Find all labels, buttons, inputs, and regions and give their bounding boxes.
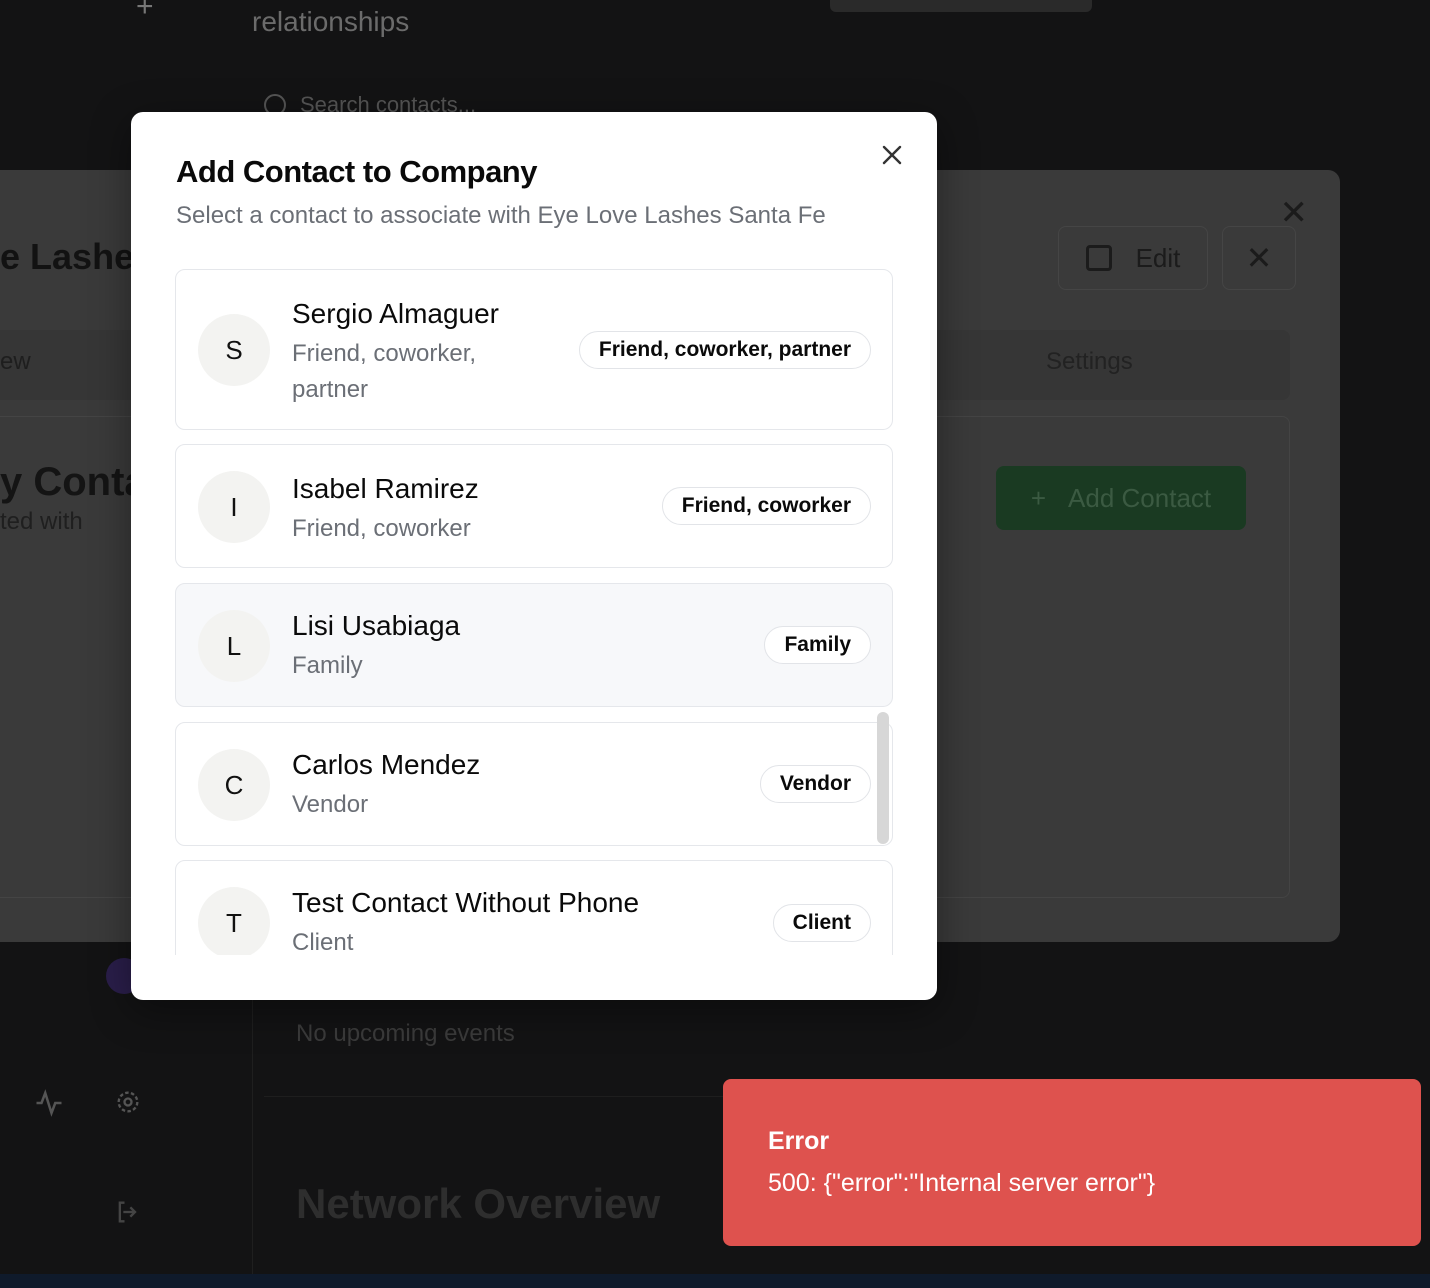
contact-relationship: Client [292,929,354,955]
contact-card[interactable]: L Lisi Usabiaga Family Family [175,583,893,707]
contact-list[interactable]: S Sergio Almaguer Friend, coworker, part… [175,269,893,955]
close-button[interactable] [877,140,907,170]
contact-name: Test Contact Without Phone [292,887,640,918]
contact-card[interactable]: C Carlos Mendez Vendor Vendor [175,722,893,846]
toast-message: 500: {"error":"Internal server error"} [768,1169,1156,1197]
contact-relationship: Family [292,652,363,679]
avatar: T [198,887,270,955]
no-events-text: No upcoming events [296,1020,515,1047]
add-contact-modal: Add Contact to Company Select a contact … [131,112,937,1000]
toast-title: Error [768,1127,830,1155]
tab-settings[interactable]: Settings [1046,348,1133,376]
contact-relationship: Vendor [292,791,369,818]
contact-name: Lisi Usabiaga [292,610,461,641]
scrollbar[interactable] [877,712,889,844]
relationship-badge: Friend, coworker [661,487,871,525]
gear-icon[interactable] [114,1088,142,1123]
edit-icon [1085,245,1112,271]
page-subtitle: relationships [252,6,410,37]
contacts-subheading: ted with [0,508,83,535]
contact-relationship: Friend, coworker [292,515,471,542]
relationship-badge: Friend, coworker, partner [578,331,871,369]
section-divider [264,1096,744,1097]
relationship-badge: Vendor [759,765,871,803]
avatar: I [198,471,270,543]
plus-icon: + [1030,482,1047,513]
modal-title: Add Contact to Company [176,154,538,189]
edit-button-label: Edit [1135,242,1181,273]
contact-card[interactable]: I Isabel Ramirez Friend, coworker Friend… [175,444,893,568]
close-icon[interactable]: ✕ [1280,196,1309,230]
logout-icon[interactable] [114,1198,142,1233]
relationship-badge: Client [772,904,871,942]
add-contact-label: Add Contact [1068,482,1212,513]
tab-overview[interactable]: ew [0,348,31,376]
activity-icon[interactable] [34,1088,64,1125]
close-button[interactable]: ✕ [1222,226,1296,290]
contact-relationship: Friend, coworker, partner [292,340,477,403]
close-icon [882,145,902,165]
avatar: L [198,610,270,682]
add-contact-button[interactable]: + Add Contact [996,466,1246,530]
header-button[interactable] [830,0,1092,12]
network-overview-heading: Network Overview [296,1180,661,1227]
close-icon: ✕ [1245,240,1273,276]
contact-name: Sergio Almaguer [292,298,500,329]
plus-icon[interactable]: + [136,0,154,24]
modal-description: Select a contact to associate with Eye L… [176,202,826,229]
avatar: C [198,749,270,821]
relationship-badge: Family [764,626,871,664]
avatar: S [198,314,270,386]
contact-card[interactable]: T Test Contact Without Phone Client Clie… [175,860,893,955]
contact-card[interactable]: S Sergio Almaguer Friend, coworker, part… [175,269,893,430]
error-toast: Error 500: {"error":"Internal server err… [723,1079,1421,1246]
bottom-bar [0,1274,1430,1288]
contact-name: Carlos Mendez [292,749,481,780]
contact-name: Isabel Ramirez [292,473,479,504]
edit-button[interactable]: Edit [1058,226,1208,290]
